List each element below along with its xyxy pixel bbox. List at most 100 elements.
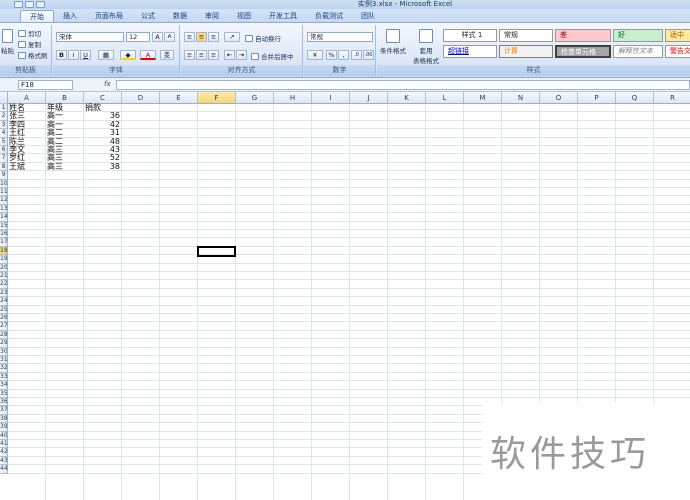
- column-header-P[interactable]: P: [578, 92, 616, 104]
- cell-style-2[interactable]: 差: [555, 29, 611, 42]
- row-header-35[interactable]: 35: [0, 389, 8, 398]
- row-header-28[interactable]: 28: [0, 330, 8, 340]
- cell-style-9[interactable]: 警告文本: [665, 45, 690, 58]
- column-header-E[interactable]: E: [160, 92, 198, 104]
- decrease-indent-button[interactable]: ⇤: [224, 50, 235, 60]
- row-header-6[interactable]: 6: [0, 146, 8, 155]
- bold-button[interactable]: B: [56, 50, 67, 60]
- cut-button[interactable]: 剪切: [18, 28, 41, 38]
- column-header-N[interactable]: N: [502, 92, 540, 104]
- row-header-16[interactable]: 16: [0, 230, 8, 239]
- row-header-36[interactable]: 36: [0, 398, 8, 407]
- name-box[interactable]: F18: [18, 80, 73, 90]
- tab-8[interactable]: 负载测试: [306, 10, 352, 22]
- phonetic-button[interactable]: 变: [160, 50, 174, 60]
- orientation-button[interactable]: ↗: [224, 32, 240, 42]
- column-header-I[interactable]: I: [312, 92, 350, 104]
- column-header-Q[interactable]: Q: [616, 92, 654, 104]
- tab-7[interactable]: 开发工具: [260, 10, 306, 22]
- row-header-25[interactable]: 25: [0, 305, 8, 314]
- row-header-10[interactable]: 10: [0, 179, 8, 188]
- font-name-select[interactable]: 宋体: [56, 32, 124, 42]
- row-header-31[interactable]: 31: [0, 356, 8, 365]
- tab-2[interactable]: 页面布局: [86, 10, 132, 22]
- italic-button[interactable]: I: [68, 50, 79, 60]
- format-as-table-button[interactable]: 套用 表格格式: [413, 29, 439, 65]
- grow-font-button[interactable]: A: [152, 32, 163, 42]
- row-header-33[interactable]: 33: [0, 372, 8, 382]
- sheet-cell[interactable]: 王斌: [9, 162, 44, 172]
- row-header-17[interactable]: 17: [0, 238, 8, 247]
- select-all-corner[interactable]: [0, 92, 8, 104]
- border-button[interactable]: ▦: [98, 50, 114, 60]
- row-header-19[interactable]: 19: [0, 255, 8, 264]
- cell-style-4[interactable]: 适中: [665, 29, 690, 42]
- cell-style-5[interactable]: 超链接: [443, 45, 497, 58]
- font-size-select[interactable]: 12: [126, 32, 150, 42]
- tab-0[interactable]: 开始: [20, 10, 54, 22]
- cell-style-6[interactable]: 计算: [499, 45, 553, 58]
- align-bottom-button[interactable]: ≡: [208, 32, 219, 42]
- row-header-2[interactable]: 2: [0, 112, 8, 121]
- formula-input[interactable]: [116, 80, 690, 90]
- align-top-button[interactable]: ≡: [184, 32, 195, 42]
- row-header-4[interactable]: 4: [0, 129, 8, 138]
- row-header-27[interactable]: 27: [0, 322, 8, 331]
- conditional-format-button[interactable]: 条件格式: [380, 29, 406, 55]
- row-header-38[interactable]: 38: [0, 414, 8, 424]
- row-header-5[interactable]: 5: [0, 137, 8, 146]
- row-header-44[interactable]: 44: [0, 465, 8, 474]
- column-header-H[interactable]: H: [274, 92, 312, 104]
- row-header-14[interactable]: 14: [0, 213, 8, 222]
- cell-style-0[interactable]: 样式 1: [443, 29, 497, 42]
- sheet-cell[interactable]: 38: [85, 162, 120, 172]
- cell-style-8[interactable]: 解释性文本: [613, 45, 663, 58]
- row-header-29[interactable]: 29: [0, 339, 8, 348]
- column-header-J[interactable]: J: [350, 92, 388, 104]
- column-header-G[interactable]: G: [236, 92, 274, 104]
- shrink-font-button[interactable]: A: [164, 32, 175, 42]
- align-right-button[interactable]: ≡: [208, 50, 219, 60]
- row-header-41[interactable]: 41: [0, 440, 8, 449]
- insert-function-icon[interactable]: fx: [104, 80, 111, 88]
- tab-9[interactable]: 团队: [352, 10, 384, 22]
- cell-style-7[interactable]: 检查单元格: [555, 45, 611, 58]
- row-header-21[interactable]: 21: [0, 272, 8, 281]
- percent-button[interactable]: %: [326, 50, 337, 60]
- align-left-button[interactable]: ≡: [184, 50, 195, 60]
- row-header-15[interactable]: 15: [0, 221, 8, 230]
- sheet-cell[interactable]: 高三: [47, 162, 82, 172]
- column-header-F[interactable]: F: [198, 92, 236, 104]
- tab-3[interactable]: 公式: [132, 10, 164, 22]
- row-header-3[interactable]: 3: [0, 120, 8, 130]
- cell-style-3[interactable]: 好: [613, 29, 663, 42]
- copy-button[interactable]: 复制: [18, 39, 41, 49]
- increase-decimal-button[interactable]: .0: [351, 50, 362, 60]
- merge-center-button[interactable]: 合并后居中: [251, 51, 294, 61]
- column-header-O[interactable]: O: [540, 92, 578, 104]
- row-header-39[interactable]: 39: [0, 423, 8, 432]
- row-header-43[interactable]: 43: [0, 456, 8, 466]
- align-center-button[interactable]: ≡: [196, 50, 207, 60]
- row-header-1[interactable]: 1: [0, 104, 8, 113]
- comma-button[interactable]: ,: [338, 50, 349, 60]
- column-header-R[interactable]: R: [654, 92, 690, 104]
- font-color-button[interactable]: A: [140, 50, 156, 60]
- wrap-text-button[interactable]: 自动换行: [245, 33, 281, 43]
- paste-button[interactable]: 粘贴: [1, 29, 14, 55]
- fill-color-button[interactable]: ◆: [120, 50, 136, 60]
- tab-4[interactable]: 数据: [164, 10, 196, 22]
- tab-5[interactable]: 审阅: [196, 10, 228, 22]
- increase-indent-button[interactable]: ⇥: [236, 50, 247, 60]
- row-header-12[interactable]: 12: [0, 196, 8, 205]
- number-format-select[interactable]: 常规: [307, 32, 373, 42]
- underline-button[interactable]: U: [80, 50, 91, 60]
- row-header-13[interactable]: 13: [0, 204, 8, 214]
- row-header-30[interactable]: 30: [0, 347, 8, 356]
- row-header-32[interactable]: 32: [0, 364, 8, 373]
- row-header-34[interactable]: 34: [0, 381, 8, 390]
- column-header-L[interactable]: L: [426, 92, 464, 104]
- cell-style-1[interactable]: 常规: [499, 29, 553, 42]
- row-header-22[interactable]: 22: [0, 280, 8, 289]
- row-header-20[interactable]: 20: [0, 263, 8, 272]
